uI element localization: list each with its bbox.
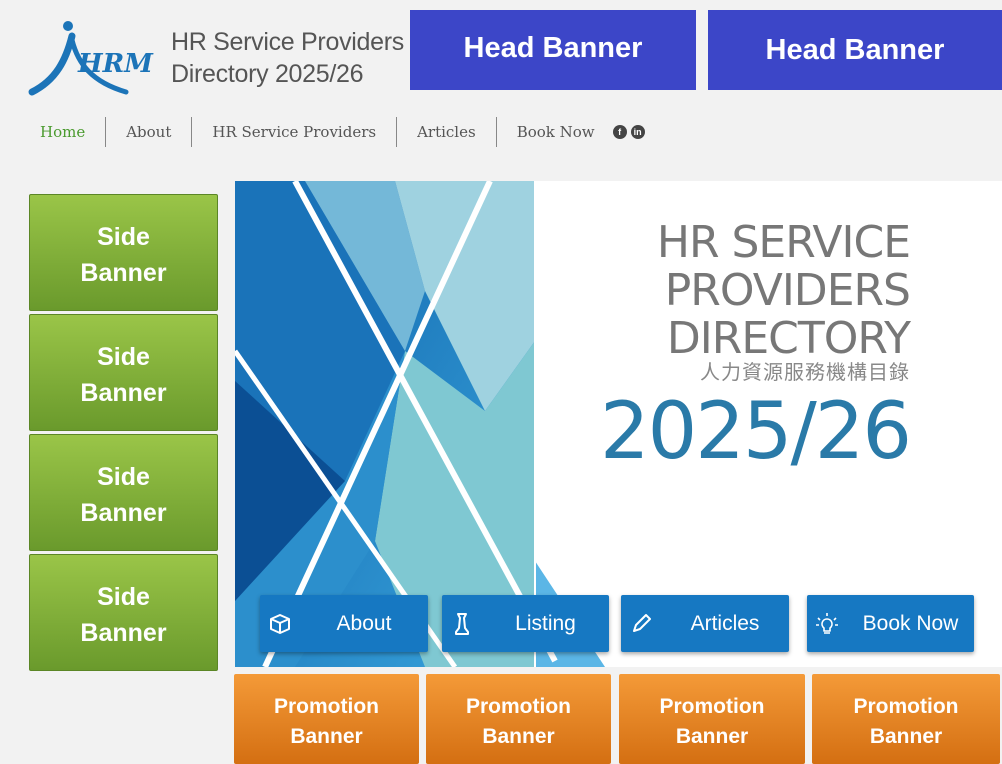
side-banner-1[interactable]: Side Banner	[29, 194, 218, 311]
head-banner-1[interactable]: Head Banner	[410, 10, 696, 90]
hero-title-block: HR SERVICE PROVIDERS DIRECTORY 人力資源服務機構目…	[599, 217, 912, 477]
social-links: f in	[612, 125, 645, 139]
promotion-banner-label: Promotion	[853, 695, 959, 718]
nav-item-articles[interactable]: Articles	[397, 117, 496, 147]
nav-item-home[interactable]: Home	[40, 117, 105, 147]
lightbulb-icon	[807, 612, 847, 636]
side-banner-label: Banner	[80, 619, 167, 647]
side-banner-label: Side	[97, 223, 150, 251]
logo-title: HR Service Providers Directory 2025/26	[171, 26, 404, 90]
promotion-banner-4[interactable]: Promotion Banner	[812, 674, 1000, 764]
nav-item-about[interactable]: About	[106, 117, 191, 147]
hrm-logo-icon: HRM	[28, 21, 154, 96]
book-now-button-label: Book Now	[862, 611, 959, 635]
hero-title-line2: PROVIDERS	[664, 265, 911, 316]
side-banner-label: Side	[97, 583, 150, 611]
hero-year: 2025/26	[599, 387, 912, 477]
hero-title-line1: HR SERVICE	[656, 217, 911, 268]
side-banner-label: Banner	[80, 379, 167, 407]
side-banner-label: Side	[97, 343, 150, 371]
box-icon	[260, 613, 300, 635]
promotion-banner-label: Banner	[869, 725, 943, 748]
chess-piece-icon	[442, 612, 482, 636]
linkedin-icon[interactable]: in	[630, 125, 645, 139]
hero-title-line3: DIRECTORY	[666, 313, 911, 364]
logo-mark-text: HRM	[77, 49, 154, 79]
hero-banner: HR SERVICE PROVIDERS DIRECTORY 人力資源服務機構目…	[235, 181, 1002, 667]
side-banner-label: Side	[97, 463, 150, 491]
side-banner-4[interactable]: Side Banner	[29, 554, 218, 671]
about-button[interactable]: About	[260, 595, 428, 652]
nav-item-hr-service-providers[interactable]: HR Service Providers	[192, 117, 396, 147]
promotion-banner-1[interactable]: Promotion Banner	[234, 674, 419, 764]
side-banner-label: Banner	[80, 499, 167, 527]
book-now-button[interactable]: Book Now	[807, 595, 974, 652]
articles-button[interactable]: Articles	[621, 595, 789, 652]
nav-item-book-now[interactable]: Book Now	[497, 117, 615, 147]
side-banner-3[interactable]: Side Banner	[29, 434, 218, 551]
promotion-banner-3[interactable]: Promotion Banner	[619, 674, 805, 764]
promotion-banner-label: Promotion	[274, 695, 379, 718]
facebook-icon[interactable]: f	[612, 125, 627, 139]
promotion-banner-label: Promotion	[659, 695, 765, 718]
promotion-banner-2[interactable]: Promotion Banner	[426, 674, 611, 764]
side-banner-2[interactable]: Side Banner	[29, 314, 218, 431]
listing-button[interactable]: Listing	[442, 595, 609, 652]
head-banner-2[interactable]: Head Banner	[708, 10, 1002, 90]
logo-title-line2: Directory 2025/26	[171, 60, 364, 88]
listing-button-label: Listing	[515, 611, 576, 635]
promotion-banner-label: Banner	[675, 725, 749, 748]
about-button-label: About	[336, 611, 392, 635]
hero-subtitle-chinese: 人力資源服務機構目錄	[700, 360, 910, 384]
articles-button-label: Articles	[690, 611, 760, 635]
site-logo[interactable]: HRM HR Service Providers Directory 2025/…	[26, 12, 406, 102]
promotion-banner-label: Banner	[482, 725, 555, 748]
main-nav: Home About HR Service Providers Articles…	[40, 117, 645, 147]
pencil-icon	[621, 613, 661, 635]
promotion-banner-label: Banner	[290, 725, 363, 748]
side-banner-label: Banner	[80, 259, 167, 287]
promotion-banner-label: Promotion	[466, 695, 571, 718]
logo-title-line1: HR Service Providers	[171, 28, 404, 56]
